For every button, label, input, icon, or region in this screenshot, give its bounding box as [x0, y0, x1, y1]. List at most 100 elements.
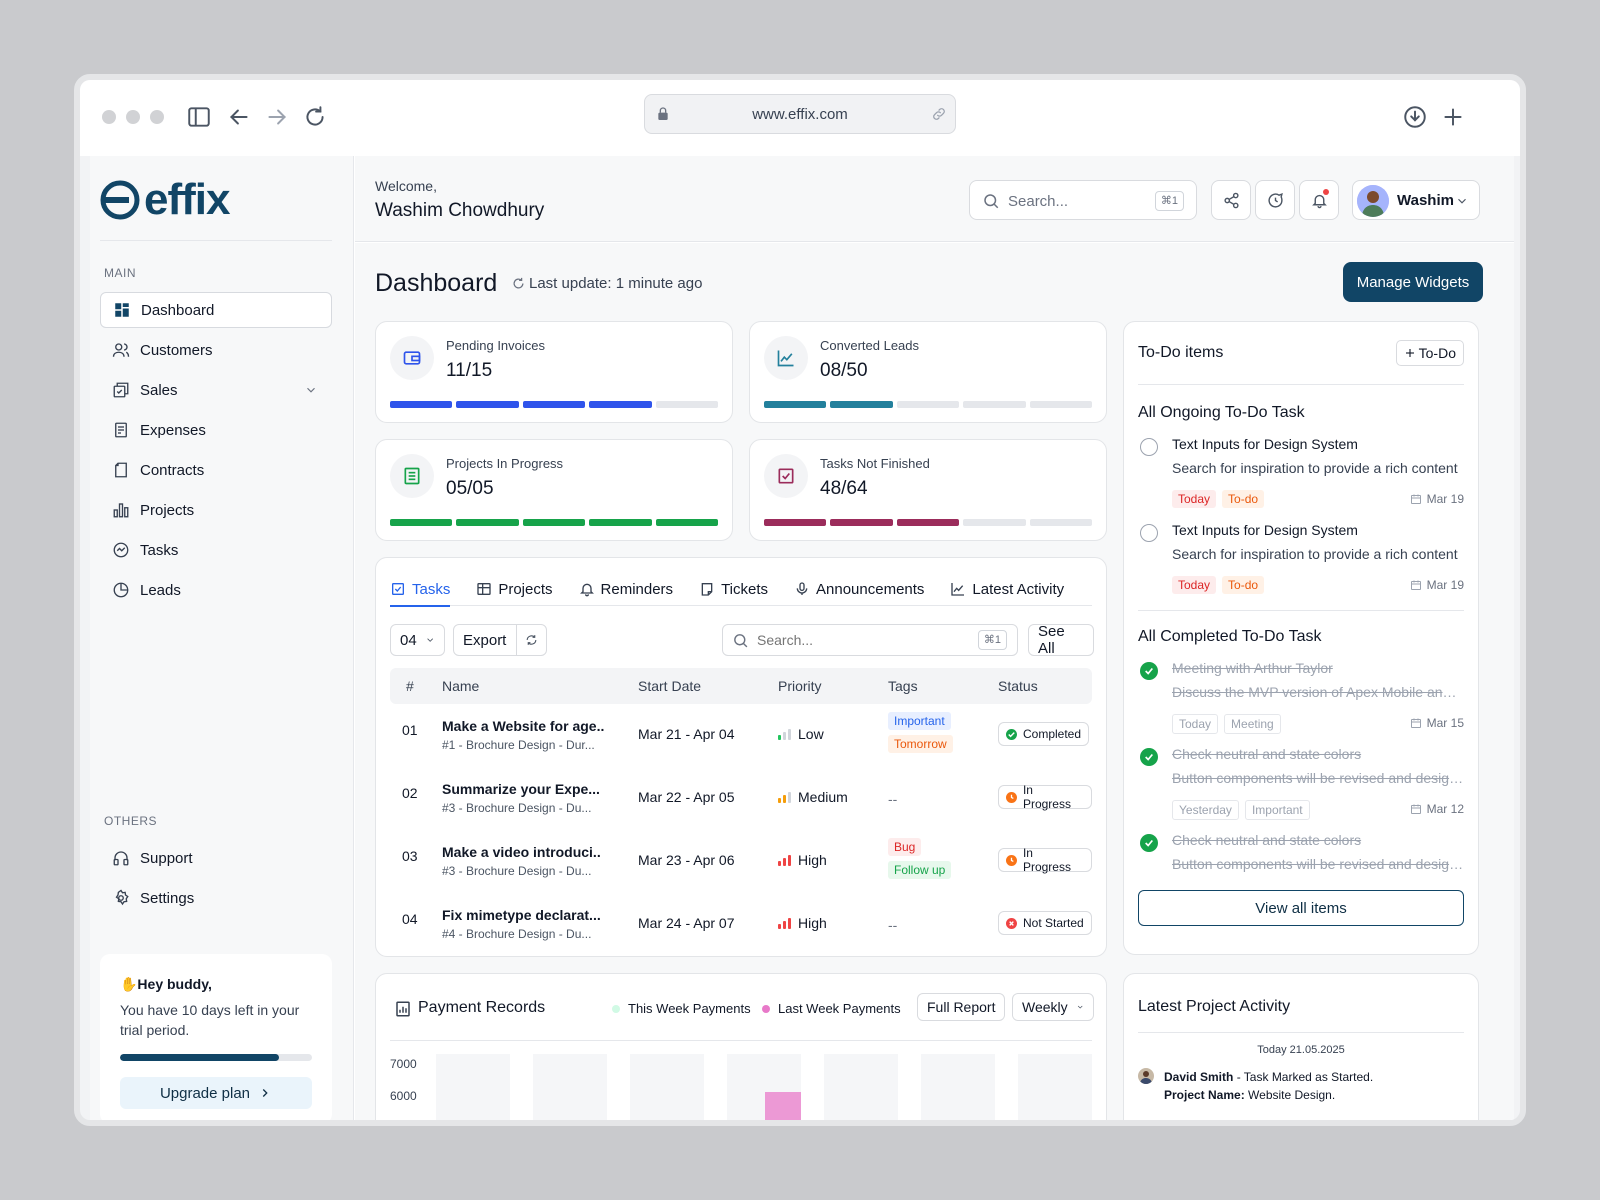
task-status[interactable]: In Progress — [998, 846, 1092, 874]
stat-card-tasks-not-finished[interactable]: Tasks Not Finished 48/64 — [749, 439, 1107, 541]
task-status[interactable]: In Progress — [998, 783, 1092, 811]
todo-item[interactable]: Meeting with Arthur Taylor Discuss the M… — [1138, 658, 1464, 738]
table-search-input[interactable] — [757, 632, 957, 648]
tab-reminders[interactable]: Reminders — [579, 572, 673, 606]
sidebar-item-projects[interactable]: Projects — [100, 492, 332, 528]
table-row[interactable]: 04 Fix mimetype declarat... #4 - Brochur… — [390, 893, 1092, 956]
todo-tags: Today Meeting — [1172, 714, 1281, 734]
address-bar[interactable]: www.effix.com — [644, 94, 956, 134]
task-name-cell[interactable]: Make a Website for age.. #1 - Brochure D… — [442, 718, 612, 752]
stat-card-pending-invoices[interactable]: Pending Invoices 11/15 — [375, 321, 733, 423]
export-button[interactable]: Export — [453, 624, 517, 656]
chevron-down-icon[interactable] — [304, 383, 318, 397]
window-close-dot[interactable] — [102, 110, 116, 124]
report-icon — [396, 1001, 410, 1017]
progress-segment — [390, 519, 453, 526]
notifications-button[interactable] — [1299, 180, 1339, 220]
todo-tag: Today — [1172, 490, 1217, 508]
task-name-cell[interactable]: Summarize your Expe... #3 - Brochure Des… — [442, 781, 612, 815]
tab-projects[interactable]: Projects — [476, 572, 553, 606]
chat-button[interactable] — [1255, 180, 1295, 220]
activity-user[interactable]: David Smith — [1164, 1070, 1233, 1084]
window-minimize-dot[interactable] — [126, 110, 140, 124]
browser-window: www.effix.com effix MAIN Dashboard Custo… — [74, 74, 1526, 1126]
tab-tasks[interactable]: Tasks — [390, 572, 451, 607]
global-search[interactable]: ⌘1 — [969, 180, 1197, 220]
y-tick-label: 7000 — [390, 1057, 417, 1071]
page-size-select[interactable]: 04 — [390, 624, 445, 656]
column-start-date[interactable]: Start Date — [638, 678, 701, 694]
table-row[interactable]: 03 Make a video introduci.. #3 - Brochur… — [390, 830, 1092, 893]
task-name-cell[interactable]: Make a video introduci.. #3 - Brochure D… — [442, 844, 612, 878]
todo-item[interactable]: Text Inputs for Design System Search for… — [1138, 520, 1464, 600]
forward-arrow-icon[interactable] — [264, 104, 290, 130]
receipt-icon — [115, 422, 127, 438]
reload-icon[interactable] — [302, 104, 328, 130]
task-name-cell[interactable]: Fix mimetype declarat... #4 - Brochure D… — [442, 907, 612, 941]
sidebar-item-contracts[interactable]: Contracts — [100, 452, 332, 488]
back-arrow-icon[interactable] — [226, 104, 252, 130]
priority-bars-icon — [778, 728, 791, 740]
column-priority[interactable]: Priority — [778, 678, 822, 694]
see-all-button[interactable]: See All — [1028, 623, 1094, 657]
checked-circle-icon[interactable] — [1140, 748, 1158, 766]
period-select[interactable]: Weekly — [1012, 993, 1094, 1021]
add-todo-button[interactable]: To-Do — [1395, 340, 1464, 366]
unchecked-circle-icon[interactable] — [1140, 438, 1158, 456]
table-row[interactable]: 02 Summarize your Expe... #3 - Brochure … — [390, 767, 1092, 830]
brand-logo[interactable]: effix — [100, 178, 230, 222]
sidebar-item-dashboard[interactable]: Dashboard — [100, 292, 332, 328]
sidebar-item-settings[interactable]: Settings — [100, 880, 332, 916]
sidebar-item-expenses[interactable]: Expenses — [100, 412, 332, 448]
upgrade-plan-button[interactable]: Upgrade plan — [120, 1077, 312, 1109]
task-status[interactable]: Completed — [998, 722, 1090, 746]
todo-item[interactable]: Check neutral and state colors Button co… — [1138, 744, 1464, 824]
column-tags[interactable]: Tags — [888, 678, 918, 694]
stat-card-converted-leads[interactable]: Converted Leads 08/50 — [749, 321, 1107, 423]
task-name[interactable]: Make a video introduci.. — [442, 844, 612, 860]
table-row[interactable]: 01 Make a Website for age.. #1 - Brochur… — [390, 704, 1092, 767]
checked-circle-icon[interactable] — [1140, 834, 1158, 852]
task-name[interactable]: Make a Website for age.. — [442, 718, 612, 734]
view-all-items-button[interactable]: View all items — [1138, 890, 1464, 926]
download-icon[interactable] — [1402, 104, 1428, 130]
link-icon[interactable] — [931, 106, 947, 122]
tab-tickets[interactable]: Tickets — [699, 572, 768, 606]
new-tab-icon[interactable] — [1440, 104, 1466, 130]
todo-tag: To-do — [1222, 490, 1265, 508]
task-name[interactable]: Fix mimetype declarat... — [442, 907, 612, 923]
unchecked-circle-icon[interactable] — [1140, 524, 1158, 542]
tab-latest-activity[interactable]: Latest Activity — [950, 572, 1064, 606]
task-tags: Bug Follow up — [888, 838, 952, 884]
activity-project-label: Project Name: — [1164, 1088, 1245, 1102]
tab-announcements[interactable]: Announcements — [794, 572, 924, 606]
stat-card-projects-in-progress[interactable]: Projects In Progress 05/05 — [375, 439, 733, 541]
progress-segment — [963, 519, 1026, 526]
share-button[interactable] — [1211, 180, 1251, 220]
sidebar-item-support[interactable]: Support — [100, 840, 332, 876]
manage-widgets-button[interactable]: Manage Widgets — [1343, 262, 1483, 302]
progress-segment — [589, 519, 652, 526]
column-name[interactable]: Name — [442, 678, 479, 694]
search-input[interactable] — [1008, 189, 1148, 213]
user-menu[interactable]: Washim — [1352, 180, 1480, 220]
task-status[interactable]: Not Started — [998, 911, 1092, 935]
chevron-down-icon — [426, 638, 433, 642]
sidebar-toggle-icon[interactable] — [186, 104, 212, 130]
checked-circle-icon[interactable] — [1140, 662, 1158, 680]
todo-title: Meeting with Arthur Taylor — [1172, 660, 1333, 676]
bar-last-week[interactable] — [765, 1092, 801, 1126]
microphone-icon — [796, 582, 808, 595]
sidebar-item-leads[interactable]: Leads — [100, 572, 332, 608]
todo-title: Text Inputs for Design System — [1172, 436, 1358, 452]
column-status[interactable]: Status — [998, 678, 1038, 694]
sidebar-item-sales[interactable]: Sales — [100, 372, 332, 408]
full-report-button[interactable]: Full Report — [917, 993, 1006, 1021]
sidebar-item-customers[interactable]: Customers — [100, 332, 332, 368]
refresh-button[interactable] — [516, 624, 547, 656]
sidebar-item-tasks[interactable]: Tasks — [100, 532, 332, 568]
task-name[interactable]: Summarize your Expe... — [442, 781, 612, 797]
todo-item[interactable]: Text Inputs for Design System Search for… — [1138, 434, 1464, 514]
window-zoom-dot[interactable] — [150, 110, 164, 124]
table-search[interactable]: ⌘1 — [722, 624, 1018, 656]
